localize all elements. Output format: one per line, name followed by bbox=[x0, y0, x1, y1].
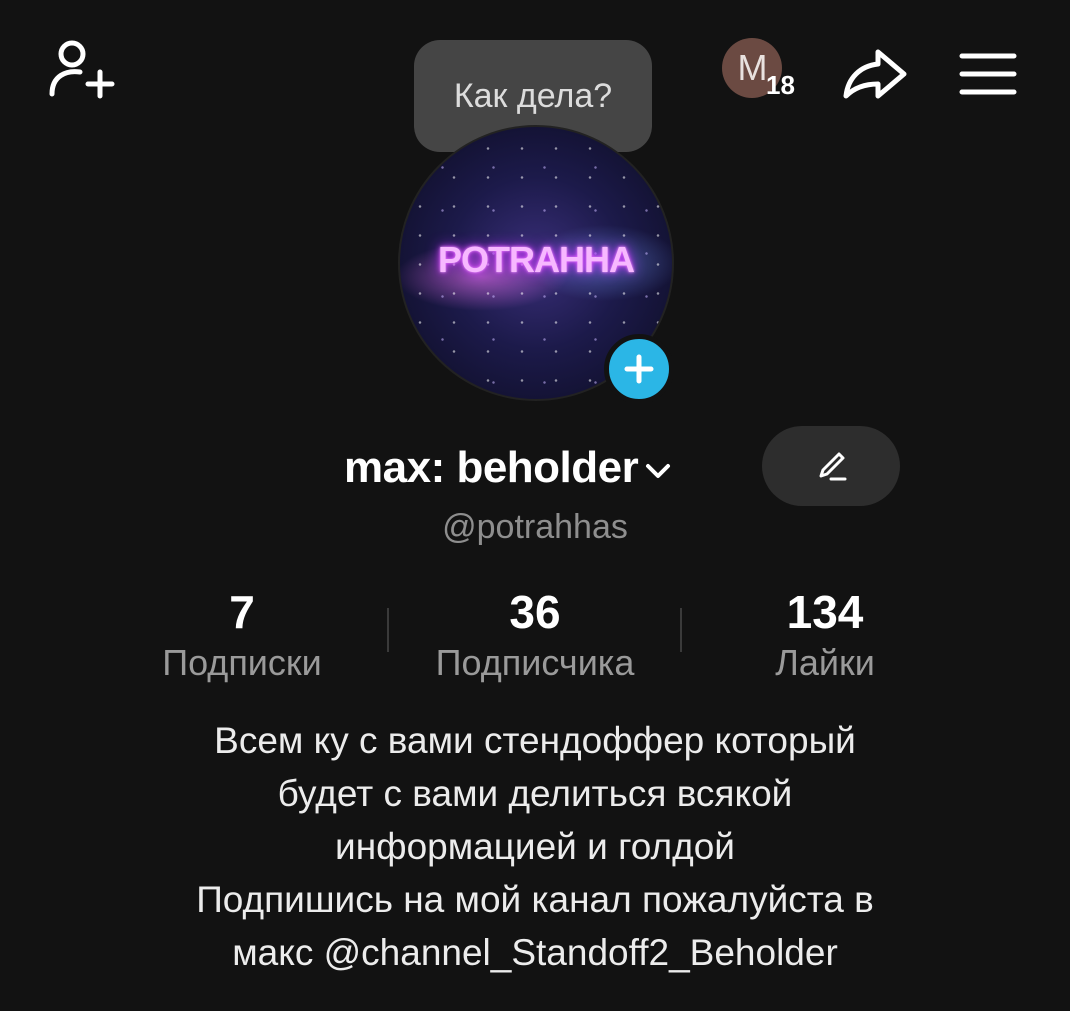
add-story-button[interactable] bbox=[604, 334, 674, 404]
mini-avatar-letter: M bbox=[737, 47, 768, 88]
account-switcher[interactable]: M 18 bbox=[718, 38, 818, 100]
bio-line: Всем ку с вами стендоффер который bbox=[214, 720, 856, 761]
stat-followers-label: Подписчика bbox=[435, 642, 635, 683]
share-button[interactable] bbox=[838, 44, 912, 104]
plus-icon bbox=[624, 354, 654, 384]
account-name-selector[interactable]: max: beholder bbox=[344, 440, 672, 496]
stat-following[interactable]: 7 Подписки bbox=[102, 586, 382, 684]
stat-divider bbox=[387, 608, 389, 652]
stat-following-label: Подписки bbox=[162, 642, 322, 683]
avatar-logo-text: POTRAHHA bbox=[438, 239, 635, 280]
stat-following-value: 7 bbox=[229, 586, 255, 638]
stat-divider bbox=[680, 608, 682, 652]
status-bubble-text: Как дела? bbox=[453, 76, 613, 115]
display-name: max: beholder bbox=[344, 443, 639, 492]
stat-likes-value: 134 bbox=[786, 586, 864, 638]
menu-button[interactable] bbox=[950, 44, 1026, 104]
add-friend-button[interactable] bbox=[40, 36, 120, 106]
pencil-icon bbox=[819, 452, 847, 481]
stat-likes-label: Лайки bbox=[775, 642, 875, 683]
bio-line: информацией и голдой bbox=[335, 826, 735, 867]
hamburger-menu-icon bbox=[959, 53, 1017, 95]
profile-bio: Всем ку с вами стендоффер который будет … bbox=[85, 714, 985, 979]
notification-count-badge: 18 bbox=[766, 70, 795, 100]
bio-line: макс @channel_Standoff2_Beholder bbox=[232, 932, 838, 973]
bio-line: Подпишись на мой канал пожалуйста в bbox=[196, 879, 874, 920]
share-arrow-icon bbox=[843, 49, 907, 99]
edit-profile-button[interactable] bbox=[762, 426, 900, 506]
add-user-icon bbox=[49, 40, 115, 99]
chevron-down-icon bbox=[646, 464, 671, 478]
stat-followers[interactable]: 36 Подписчика bbox=[395, 586, 675, 684]
stat-followers-value: 36 bbox=[509, 586, 561, 638]
stat-likes[interactable]: 134 Лайки bbox=[685, 586, 965, 684]
bio-line: будет с вами делиться всякой bbox=[277, 773, 793, 814]
username-handle: @potrahhas bbox=[442, 508, 628, 546]
